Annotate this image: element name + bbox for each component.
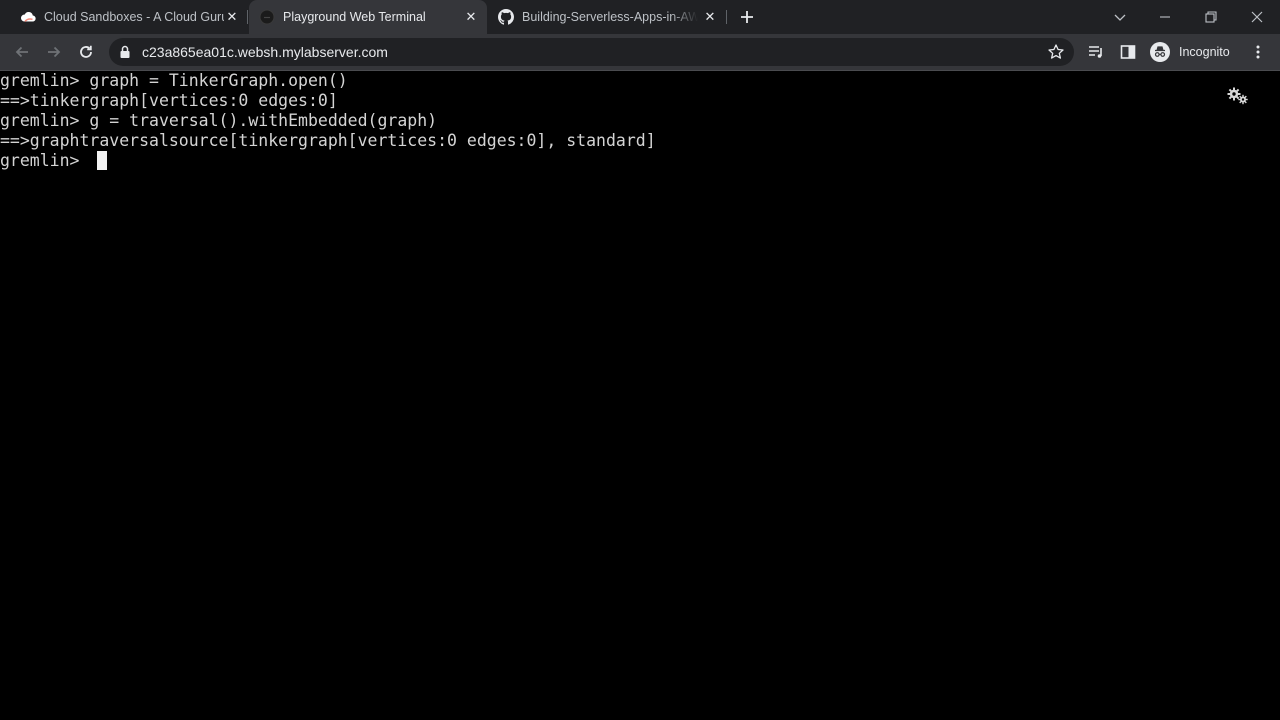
back-arrow-icon[interactable] [13,43,31,61]
menu-kebab-icon[interactable] [1249,43,1267,61]
bookmark-star-icon[interactable] [1047,43,1065,61]
close-window-icon[interactable] [1247,7,1267,27]
title-fade [670,9,698,25]
terminal-cursor [97,151,107,170]
terminal-line: ==>tinkergraph[vertices:0 edges:0] [0,91,338,110]
web-terminal[interactable] [0,71,1280,720]
minimize-icon[interactable] [1155,7,1175,27]
tab-separator [726,10,727,24]
tab-strip: Cloud Sandboxes - A Cloud Guru ✕ Playgro… [0,0,1280,34]
tab-playground-web-terminal[interactable]: Playground Web Terminal ✕ [249,0,487,34]
tab-search-chevron-icon[interactable] [1110,7,1130,27]
tab-separator [247,10,248,24]
side-panel-icon[interactable] [1119,43,1137,61]
terminal-line: ==>graphtraversalsource[tinkergraph[vert… [0,131,656,150]
terminal-line: gremlin> graph = TinkerGraph.open() [0,71,348,90]
url-text[interactable]: c23a865ea01c.websh.mylabserver.com [142,44,388,60]
tab-title: Playground Web Terminal [283,10,426,24]
github-icon [498,9,514,25]
close-tab-icon[interactable]: ✕ [463,9,479,25]
media-queue-icon[interactable] [1087,43,1105,61]
new-tab-icon[interactable] [738,8,756,26]
terminal-icon [259,9,275,25]
tab-title: Cloud Sandboxes - A Cloud Guru [44,10,224,24]
close-tab-icon[interactable]: ✕ [702,9,718,25]
close-tab-icon[interactable]: ✕ [224,9,240,25]
gears-settings-icon[interactable] [1226,86,1250,106]
restore-icon[interactable] [1201,7,1221,27]
reload-icon[interactable] [77,43,95,61]
cloud-icon [20,11,36,22]
terminal-line: gremlin> g = traversal().withEmbedded(gr… [0,111,438,130]
lock-icon[interactable] [117,44,133,60]
terminal-prompt[interactable]: gremlin> [0,151,89,171]
incognito-icon [1150,42,1170,62]
incognito-label: Incognito [1179,45,1230,59]
forward-arrow-icon[interactable] [45,43,63,61]
tab-cloud-sandboxes[interactable]: Cloud Sandboxes - A Cloud Guru ✕ [0,0,246,34]
tab-github-repo[interactable]: Building-Serverless-Apps-in-AWS ✕ [488,0,726,34]
